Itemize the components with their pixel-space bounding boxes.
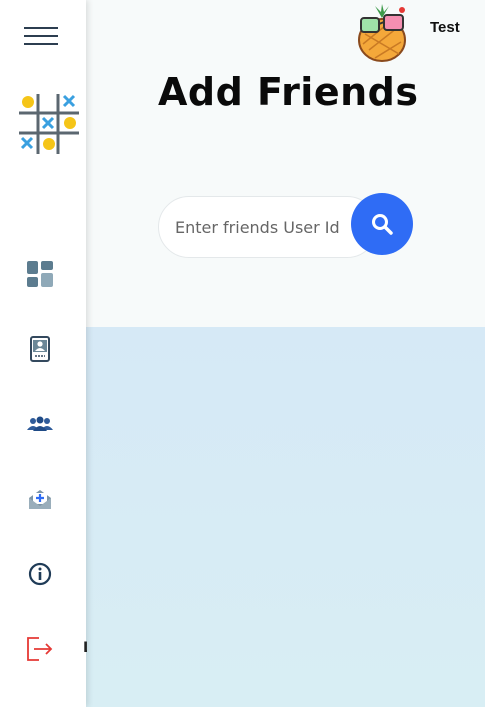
friend-id-search-input[interactable] [175, 197, 355, 257]
header-area [86, 0, 485, 327]
friends-group-icon [27, 416, 53, 431]
search-icon [372, 214, 393, 235]
dashboard-icon [27, 261, 53, 287]
username-label[interactable]: Test [430, 19, 460, 36]
info-icon [28, 562, 52, 586]
nav-dashboard[interactable] [20, 256, 60, 292]
user-avatar-icon[interactable] [355, 2, 409, 62]
tic-tac-toe-logo-icon[interactable] [17, 92, 81, 156]
nav-invites[interactable] [20, 481, 60, 517]
nav-friends[interactable] [20, 406, 60, 442]
sidebar: L [0, 0, 87, 707]
mail-plus-icon [29, 490, 51, 509]
hamburger-menu-icon[interactable] [22, 24, 60, 48]
nav-info[interactable] [20, 556, 60, 592]
page-title: Add Friends [158, 70, 419, 114]
profile-card-icon [30, 336, 50, 362]
search-button[interactable] [351, 193, 413, 255]
nav-profile[interactable] [20, 331, 60, 367]
search-box [158, 196, 378, 258]
nav-logout[interactable] [20, 631, 60, 667]
logout-label[interactable]: L [83, 640, 87, 656]
content-area [86, 327, 485, 707]
logout-icon [27, 637, 53, 661]
